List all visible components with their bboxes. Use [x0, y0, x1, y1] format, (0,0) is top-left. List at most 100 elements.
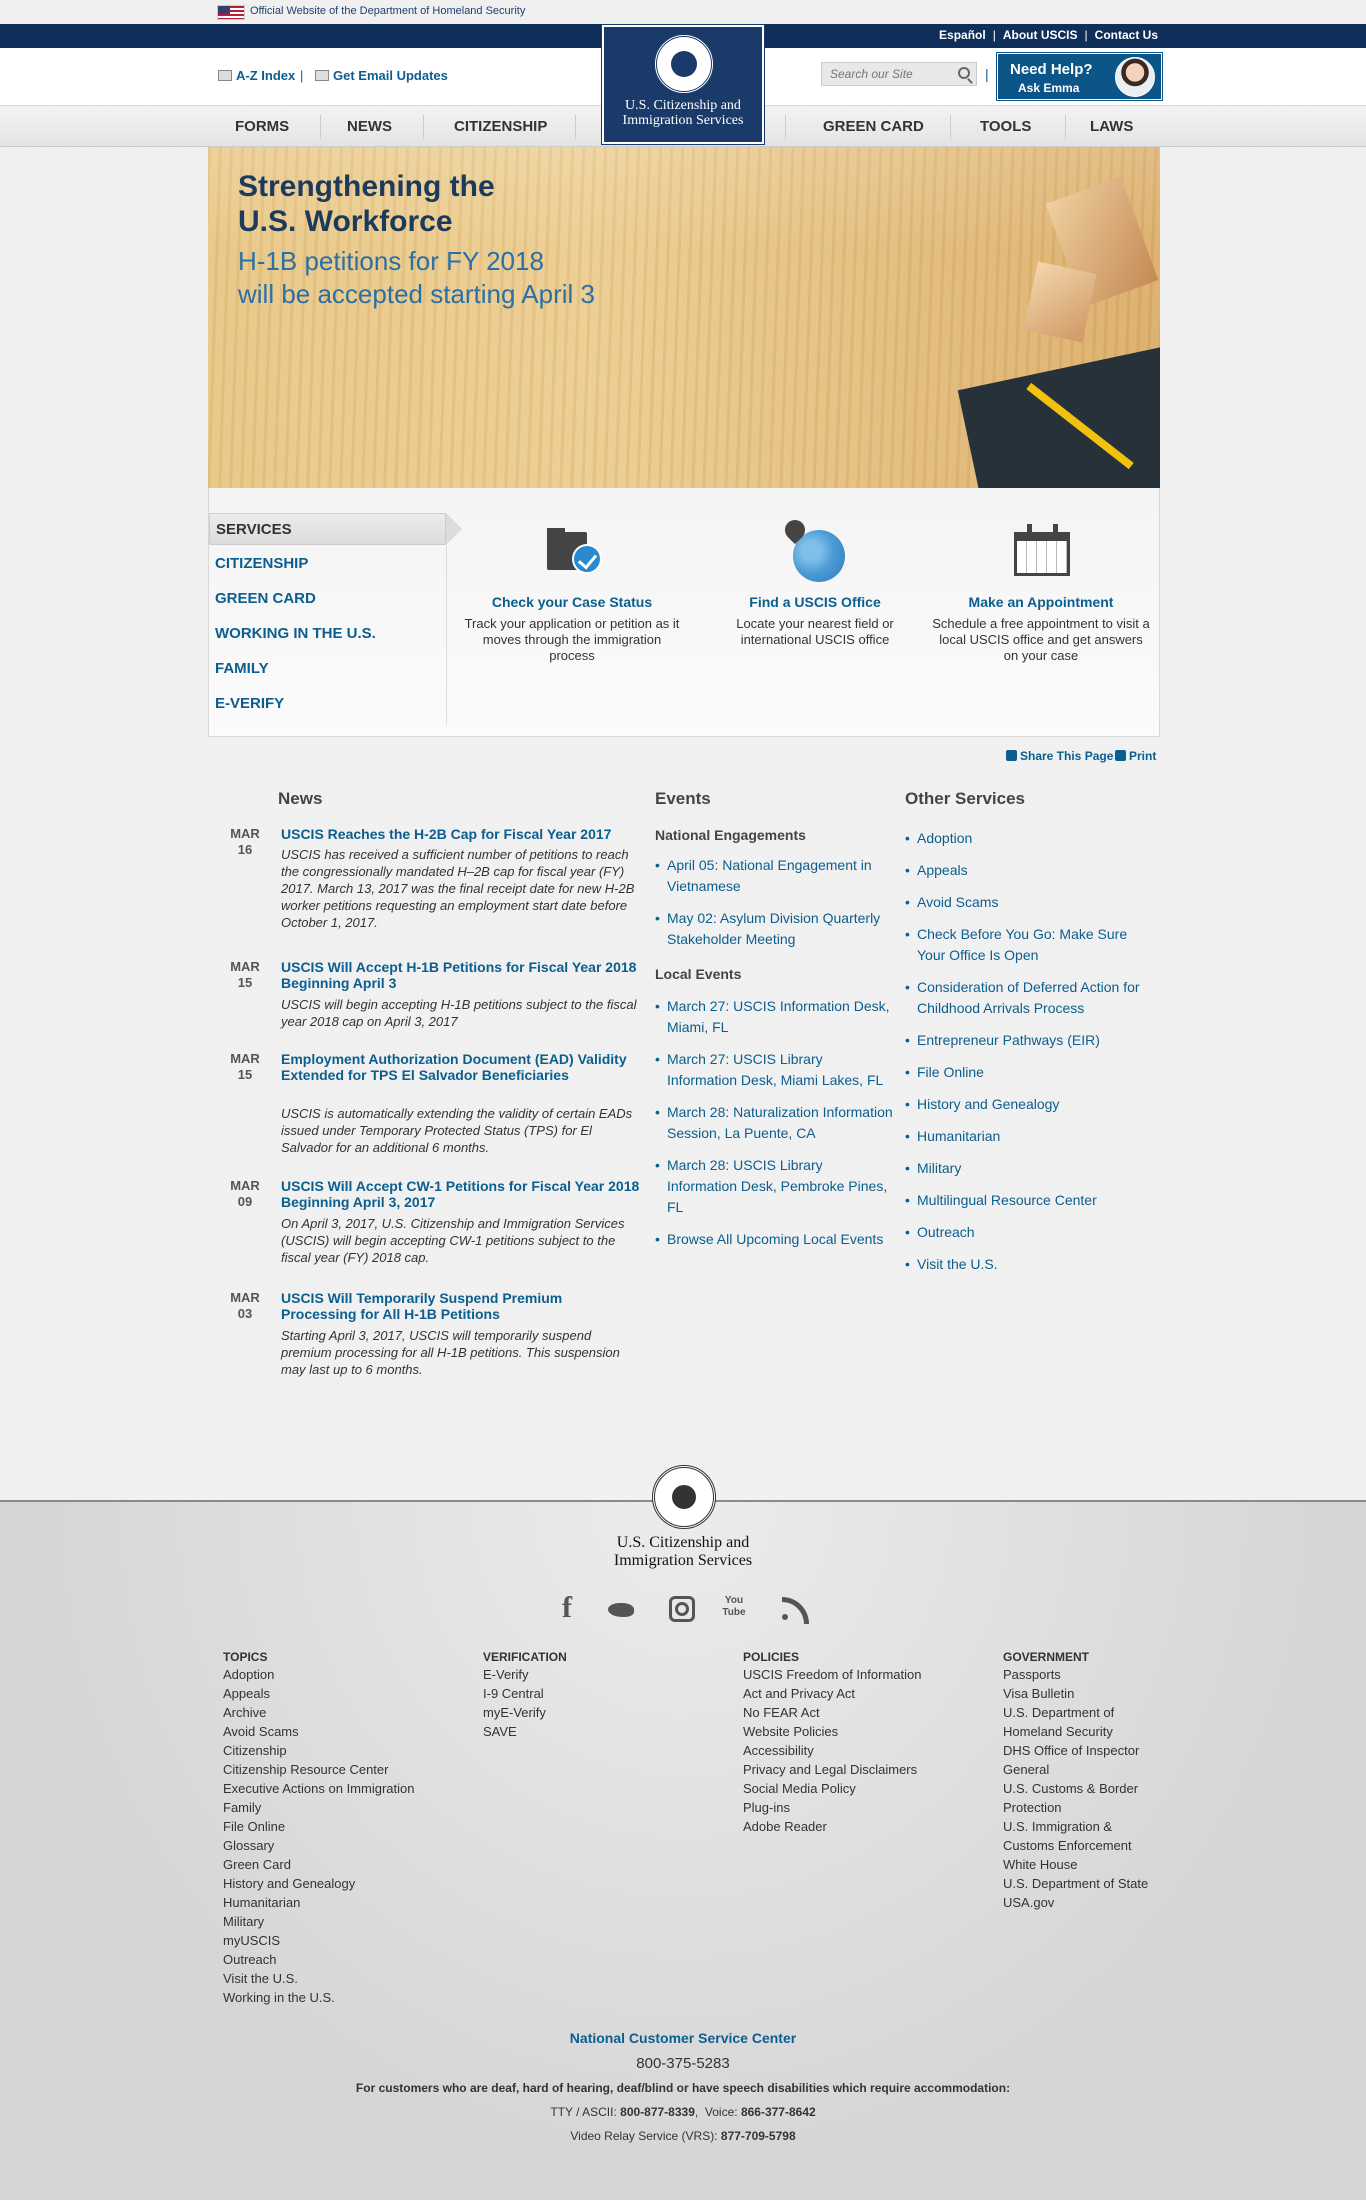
other-service-link[interactable]: Avoid Scams [905, 892, 1155, 913]
footer-link[interactable]: Glossary [223, 1836, 443, 1855]
footer-link[interactable]: Adoption [223, 1665, 443, 1684]
footer-link[interactable]: Passports [1003, 1665, 1163, 1684]
footer-link[interactable]: Website Policies [743, 1722, 943, 1741]
footer-link[interactable]: Visa Bulletin [1003, 1684, 1163, 1703]
other-service-link[interactable]: Multilingual Resource Center [905, 1190, 1155, 1211]
ncsc-title-link[interactable]: National Customer Service Center [0, 2030, 1366, 2046]
news-title-link[interactable]: USCIS Reaches the H-2B Cap for Fiscal Ye… [281, 826, 641, 842]
footer-link[interactable]: Plug-ins [743, 1798, 943, 1817]
services-item-e-verify[interactable]: E-VERIFY [209, 685, 446, 720]
appointment-tile[interactable]: Make an Appointment Schedule a free appo… [931, 520, 1151, 664]
footer-link[interactable]: E-Verify [483, 1665, 703, 1684]
footer-link[interactable]: U.S. Customs & Border Protection [1003, 1779, 1163, 1817]
nav-laws[interactable]: LAWS [1090, 118, 1133, 135]
print-link[interactable]: Print [1115, 749, 1156, 763]
nav-forms[interactable]: FORMS [235, 118, 289, 135]
footer-link[interactable]: Accessibility [743, 1741, 943, 1760]
event-link[interactable]: April 05: National Engagement in Vietnam… [655, 855, 895, 897]
footer-link[interactable]: Adobe Reader [743, 1817, 943, 1836]
footer-link[interactable]: USCIS Freedom of Information Act and Pri… [743, 1665, 943, 1703]
case-status-tile[interactable]: Check your Case Status Track your applic… [462, 520, 682, 664]
nav-news[interactable]: NEWS [347, 118, 392, 135]
footer-link[interactable]: Citizenship Resource Center [223, 1760, 443, 1779]
footer-link[interactable]: Family [223, 1798, 443, 1817]
news-title-link[interactable]: USCIS Will Accept H-1B Petitions for Fis… [281, 959, 641, 991]
event-link[interactable]: March 27: USCIS Information Desk, Miami,… [655, 996, 895, 1038]
footer-link[interactable]: Citizenship [223, 1741, 443, 1760]
footer-link[interactable]: U.S. Department of Homeland Security [1003, 1703, 1163, 1741]
search-input[interactable] [822, 63, 950, 85]
footer-link[interactable]: I-9 Central [483, 1684, 703, 1703]
uscis-logo[interactable]: U.S. Citizenship and Immigration Service… [602, 25, 764, 144]
instagram-icon[interactable] [668, 1595, 695, 1622]
other-service-link[interactable]: History and Genealogy [905, 1094, 1155, 1115]
services-item-citizenship[interactable]: CITIZENSHIP [209, 545, 446, 580]
footer-link[interactable]: Social Media Policy [743, 1779, 943, 1798]
footer-link[interactable]: SAVE [483, 1722, 703, 1741]
footer-link[interactable]: U.S. Immigration & Customs Enforcement [1003, 1817, 1163, 1855]
search-icon[interactable] [958, 67, 970, 79]
event-link[interactable]: March 28: Naturalization Information Ses… [655, 1102, 895, 1144]
services-item-green-card[interactable]: GREEN CARD [209, 580, 446, 615]
youtube-icon[interactable] [722, 1595, 748, 1621]
footer-link[interactable]: Executive Actions on Immigration [223, 1779, 443, 1798]
nav-citizenship[interactable]: CITIZENSHIP [454, 118, 547, 135]
services-item-family[interactable]: FAMILY [209, 650, 446, 685]
footer-link[interactable]: Avoid Scams [223, 1722, 443, 1741]
nav-green-card[interactable]: GREEN CARD [823, 118, 924, 135]
footer-link[interactable]: Humanitarian [223, 1893, 443, 1912]
footer-link[interactable]: Visit the U.S. [223, 1969, 443, 1988]
footer-link[interactable]: File Online [223, 1817, 443, 1836]
footer-link[interactable]: Privacy and Legal Disclaimers [743, 1760, 943, 1779]
browse-events-link[interactable]: Browse All Upcoming Local Events [655, 1229, 895, 1250]
twitter-icon[interactable] [608, 1595, 634, 1621]
footer-link[interactable]: Green Card [223, 1855, 443, 1874]
footer-link[interactable]: Archive [223, 1703, 443, 1722]
other-service-link[interactable]: Appeals [905, 860, 1155, 881]
other-service-link[interactable]: Outreach [905, 1222, 1155, 1243]
other-service-link[interactable]: Entrepreneur Pathways (EIR) [905, 1030, 1155, 1051]
event-link[interactable]: March 28: USCIS Library Information Desk… [655, 1155, 895, 1218]
other-service-link[interactable]: File Online [905, 1062, 1155, 1083]
email-updates-link[interactable]: Get Email Updates [315, 68, 448, 83]
find-office-title[interactable]: Find a USCIS Office [705, 594, 925, 610]
about-uscis-link[interactable]: About USCIS [1003, 28, 1078, 42]
other-service-link[interactable]: Military [905, 1158, 1155, 1179]
footer-link[interactable]: myE-Verify [483, 1703, 703, 1722]
nav-tools[interactable]: TOOLS [980, 118, 1031, 135]
appointment-title[interactable]: Make an Appointment [931, 594, 1151, 610]
footer-link[interactable]: DHS Office of Inspector General [1003, 1741, 1163, 1779]
footer-link[interactable]: White House [1003, 1855, 1163, 1874]
contact-us-link[interactable]: Contact Us [1095, 28, 1158, 42]
footer-link[interactable]: History and Genealogy [223, 1874, 443, 1893]
footer-link[interactable]: Military [223, 1912, 443, 1931]
find-office-tile[interactable]: Find a USCIS Office Locate your nearest … [705, 515, 925, 648]
espanol-link[interactable]: Español [939, 28, 986, 42]
dhs-seal-icon [652, 1465, 716, 1529]
footer-link[interactable]: U.S. Department of State [1003, 1874, 1163, 1893]
az-index-link[interactable]: A-Z Index [218, 68, 295, 83]
footer-link[interactable]: Outreach [223, 1950, 443, 1969]
footer-link[interactable]: Appeals [223, 1684, 443, 1703]
footer-link[interactable]: USA.gov [1003, 1893, 1163, 1912]
other-service-link[interactable]: Check Before You Go: Make Sure Your Offi… [905, 924, 1155, 966]
ask-emma-button[interactable]: Need Help? Ask Emma [997, 53, 1162, 100]
news-title-link[interactable]: USCIS Will Temporarily Suspend Premium P… [281, 1290, 641, 1322]
other-service-link[interactable]: Humanitarian [905, 1126, 1155, 1147]
share-this-page-link[interactable]: Share This Page [1006, 749, 1113, 763]
other-service-link[interactable]: Consideration of Deferred Action for Chi… [905, 977, 1155, 1019]
event-link[interactable]: March 27: USCIS Library Information Desk… [655, 1049, 895, 1091]
rss-icon[interactable] [780, 1595, 809, 1624]
event-link[interactable]: May 02: Asylum Division Quarterly Stakeh… [655, 908, 895, 950]
case-status-title[interactable]: Check your Case Status [462, 594, 682, 610]
news-title-link[interactable]: Employment Authorization Document (EAD) … [281, 1051, 641, 1083]
footer-link[interactable]: No FEAR Act [743, 1703, 943, 1722]
other-service-link[interactable]: Adoption [905, 828, 1155, 849]
footer-link[interactable]: Working in the U.S. [223, 1988, 443, 2007]
hero-banner[interactable]: Strengthening the U.S. Workforce H-1B pe… [208, 147, 1160, 488]
services-item-working[interactable]: WORKING IN THE U.S. [209, 615, 446, 650]
other-service-link[interactable]: Visit the U.S. [905, 1254, 1155, 1275]
facebook-icon[interactable] [556, 1591, 582, 1625]
footer-link[interactable]: myUSCIS [223, 1931, 443, 1950]
news-title-link[interactable]: USCIS Will Accept CW-1 Petitions for Fis… [281, 1178, 641, 1210]
